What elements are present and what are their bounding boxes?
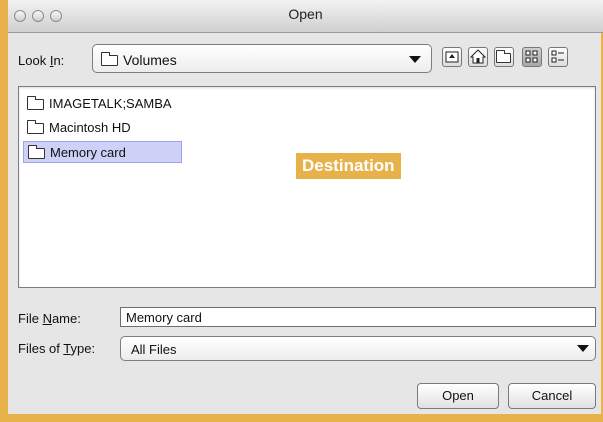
file-type-combobox[interactable]: All Files — [120, 336, 596, 361]
folder-icon — [28, 145, 45, 159]
details-view-icon — [551, 50, 564, 63]
look-in-label: Look In: — [18, 53, 65, 68]
list-item-label: Memory card — [50, 145, 126, 160]
new-folder-icon — [496, 50, 511, 63]
destination-annotation: Destination — [296, 153, 401, 179]
open-dialog-window: Open Look In: Volumes IMAGETALK;SAMBA Ma… — [0, 0, 603, 422]
list-item-selected[interactable]: Memory card — [23, 141, 182, 163]
dropdown-arrow-icon — [409, 56, 421, 63]
details-view-button[interactable] — [548, 47, 568, 67]
list-view-button[interactable] — [522, 47, 542, 67]
file-type-value: All Files — [131, 342, 177, 357]
up-folder-icon — [445, 51, 459, 63]
list-item[interactable]: IMAGETALK;SAMBA — [23, 93, 323, 115]
window-title: Open — [288, 6, 323, 22]
folder-icon — [27, 96, 44, 110]
file-type-label: Files of Type: — [18, 341, 96, 356]
look-in-value: Volumes — [123, 52, 177, 68]
up-folder-button[interactable] — [442, 47, 462, 67]
list-item-label: IMAGETALK;SAMBA — [49, 96, 172, 111]
file-list[interactable]: IMAGETALK;SAMBA Macintosh HD Memory card… — [18, 86, 596, 288]
dropdown-arrow-icon — [577, 345, 589, 352]
file-name-input[interactable]: Memory card — [120, 307, 596, 327]
home-button[interactable] — [468, 47, 488, 67]
list-item-label: Macintosh HD — [49, 120, 131, 135]
title-bar[interactable]: Open — [8, 0, 603, 33]
list-item[interactable]: Macintosh HD — [23, 117, 323, 139]
file-name-label: File Name: — [18, 311, 81, 326]
open-button[interactable]: Open — [417, 383, 499, 409]
list-view-icon — [525, 50, 538, 63]
folder-icon — [101, 52, 118, 66]
new-folder-button[interactable] — [494, 47, 514, 67]
look-in-combobox[interactable]: Volumes — [92, 44, 432, 73]
home-icon — [469, 49, 487, 64]
cancel-button[interactable]: Cancel — [508, 383, 596, 409]
folder-icon — [27, 120, 44, 134]
